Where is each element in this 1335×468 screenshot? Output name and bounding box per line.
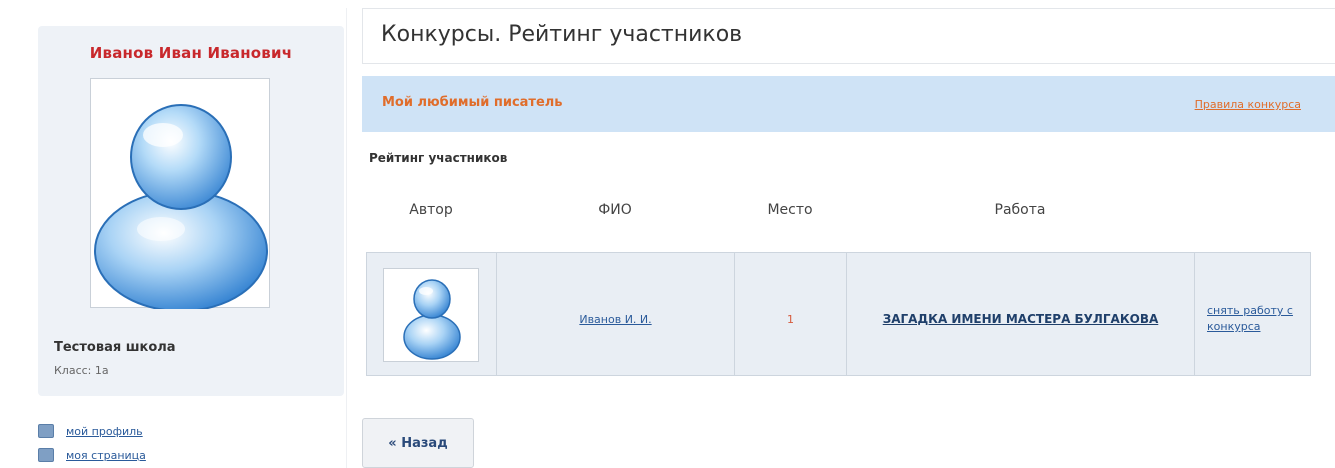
- back-button[interactable]: « Назад: [362, 418, 474, 468]
- profile-icon: [38, 424, 54, 438]
- author-avatar: [383, 268, 479, 362]
- sidebar: Иванов Иван Иванович Тестовая школа Клас…: [22, 8, 347, 468]
- column-header-work: Работа: [994, 202, 1046, 218]
- contest-name: Мой любимый писатель: [382, 95, 563, 110]
- contest-rules-link[interactable]: Правила конкурса: [1195, 98, 1301, 111]
- user-avatar-icon: [403, 279, 461, 360]
- remove-from-contest-link[interactable]: снять работу с конкурса: [1207, 303, 1307, 335]
- column-header-fio: ФИО: [598, 202, 632, 218]
- column-header-author: Автор: [409, 202, 453, 218]
- title-box: Конкурсы. Рейтинг участников: [362, 8, 1335, 64]
- class-label: Класс: 1а: [54, 364, 109, 377]
- fio-cell: Иванов И. И.: [497, 253, 735, 375]
- participant-name-link[interactable]: Иванов И. И.: [579, 313, 651, 326]
- sidebar-item-my-page[interactable]: моя страница: [38, 444, 146, 466]
- profile-name: Иванов Иван Иванович: [89, 44, 293, 62]
- school-name: Тестовая школа: [54, 340, 176, 355]
- rating-heading: Рейтинг участников: [369, 151, 508, 165]
- action-cell: снять работу с конкурса: [1195, 253, 1312, 375]
- contest-bar: Мой любимый писатель Правила конкурса: [362, 76, 1335, 132]
- my-page-link[interactable]: моя страница: [66, 449, 146, 462]
- my-profile-link[interactable]: мой профиль: [66, 425, 143, 438]
- profile-card: Иванов Иван Иванович Тестовая школа Клас…: [38, 26, 344, 396]
- place-value: 1: [787, 313, 794, 326]
- column-header-place: Место: [767, 202, 813, 218]
- work-cell: ЗАГАДКА ИМЕНИ МАСТЕРА БУЛГАКОВА: [847, 253, 1195, 375]
- author-cell: [367, 253, 497, 375]
- avatar: [90, 78, 270, 309]
- page-title: Конкурсы. Рейтинг участников: [381, 22, 743, 47]
- place-cell: 1: [735, 253, 847, 375]
- table-row: Иванов И. И. 1 ЗАГАДКА ИМЕНИ МАСТЕРА БУЛ…: [366, 252, 1311, 376]
- page-icon: [38, 448, 54, 462]
- sidebar-item-my-profile[interactable]: мой профиль: [38, 420, 146, 442]
- sidebar-links: мой профиль моя страница: [38, 420, 146, 468]
- user-avatar-icon: [94, 104, 268, 309]
- work-title-link[interactable]: ЗАГАДКА ИМЕНИ МАСТЕРА БУЛГАКОВА: [883, 312, 1159, 326]
